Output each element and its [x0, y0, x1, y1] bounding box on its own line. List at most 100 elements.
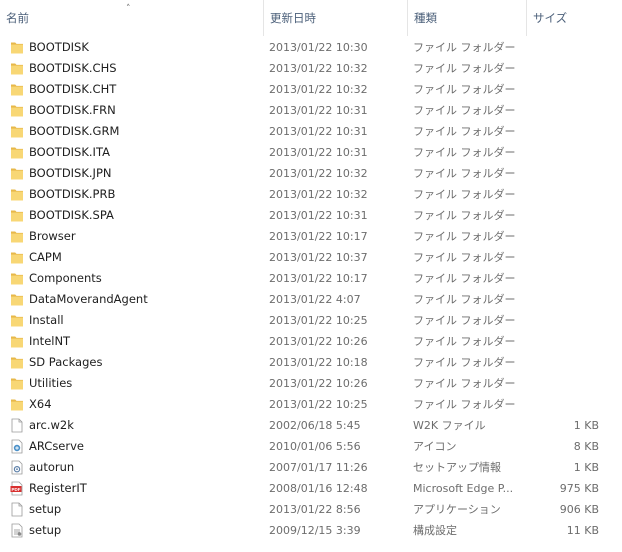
- file-name: IntelNT: [29, 334, 71, 348]
- file-size: [528, 394, 599, 415]
- folder-icon: [10, 208, 24, 223]
- file-modified: 2013/01/22 10:30: [269, 41, 368, 54]
- column-header-bar: 名前 ˄ 更新日時 種類 サイズ: [0, 0, 622, 36]
- file-name: autorun: [29, 460, 75, 474]
- file-type: ファイル フォルダー: [413, 104, 516, 117]
- folder-icon: [10, 166, 24, 181]
- file-row[interactable]: IntelNT 2013/01/22 10:26 ファイル フォルダー: [0, 331, 622, 352]
- folder-icon: [10, 124, 24, 139]
- file-name: BOOTDISK.CHS: [29, 61, 117, 75]
- file-modified: 2013/01/22 10:26: [269, 377, 368, 390]
- file-name: BOOTDISK.GRM: [29, 124, 120, 138]
- file-type: ファイル フォルダー: [413, 83, 516, 96]
- file-name: Components: [29, 271, 102, 285]
- file-modified: 2013/01/22 10:26: [269, 335, 368, 348]
- column-header-name-label: 名前: [6, 11, 29, 25]
- file-type: ファイル フォルダー: [413, 41, 516, 54]
- file-name: BOOTDISK.FRN: [29, 103, 116, 117]
- file-size: 1 KB: [573, 461, 599, 474]
- pdf-icon: PDF: [10, 481, 24, 496]
- file-row[interactable]: BOOTDISK.CHS 2013/01/22 10:32 ファイル フォルダー: [0, 58, 622, 79]
- file-row[interactable]: BOOTDISK.PRB 2013/01/22 10:32 ファイル フォルダー: [0, 184, 622, 205]
- folder-icon: [10, 229, 24, 244]
- file-modified: 2013/01/22 10:17: [269, 272, 368, 285]
- file-modified: 2013/01/22 10:25: [269, 398, 368, 411]
- file-size: [528, 163, 599, 184]
- file-list: BOOTDISK 2013/01/22 10:30 ファイル フォルダー BOOTDI…: [0, 37, 622, 541]
- file-row[interactable]: Components 2013/01/22 10:17 ファイル フォルダー: [0, 268, 622, 289]
- file-modified: 2013/01/22 10:31: [269, 146, 368, 159]
- file-row[interactable]: BOOTDISK.ITA 2013/01/22 10:31 ファイル フォルダー: [0, 142, 622, 163]
- file-size: 1 KB: [573, 419, 599, 432]
- file-modified: 2013/01/22 10:31: [269, 104, 368, 117]
- file-row[interactable]: Browser 2013/01/22 10:17 ファイル フォルダー: [0, 226, 622, 247]
- file-type: ファイル フォルダー: [413, 209, 516, 222]
- column-header-size[interactable]: サイズ: [526, 0, 606, 36]
- file-type: ファイル フォルダー: [413, 356, 516, 369]
- file-name: X64: [29, 397, 52, 411]
- file-type: ファイル フォルダー: [413, 251, 516, 264]
- file-name: Browser: [29, 229, 76, 243]
- file-type: ファイル フォルダー: [413, 377, 516, 390]
- file-modified: 2013/01/22 8:56: [269, 503, 361, 516]
- file-row[interactable]: BOOTDISK.GRM 2013/01/22 10:31 ファイル フォルダー: [0, 121, 622, 142]
- file-row[interactable]: setup 2009/12/15 3:39 構成設定 11 KB: [0, 520, 622, 541]
- file-row[interactable]: autorun 2007/01/17 11:26 セットアップ情報 1 KB: [0, 457, 622, 478]
- file-name: arc.w2k: [29, 418, 74, 432]
- file-row[interactable]: BOOTDISK.SPA 2013/01/22 10:31 ファイル フォルダー: [0, 205, 622, 226]
- file-size: [528, 247, 599, 268]
- file-type: 構成設定: [413, 524, 457, 537]
- column-header-name[interactable]: 名前: [0, 0, 263, 36]
- folder-icon: [10, 40, 24, 55]
- file-row[interactable]: ARCserve 2010/01/06 5:56 アイコン 8 KB: [0, 436, 622, 457]
- folder-icon: [10, 313, 24, 328]
- file-name: Install: [29, 313, 64, 327]
- file-modified: 2013/01/22 10:31: [269, 125, 368, 138]
- file-size: [528, 310, 599, 331]
- file-name: BOOTDISK.ITA: [29, 145, 110, 159]
- file-type: ファイル フォルダー: [413, 230, 516, 243]
- file-name: BOOTDISK.SPA: [29, 208, 114, 222]
- folder-icon: [10, 103, 24, 118]
- file-row[interactable]: SD Packages 2013/01/22 10:18 ファイル フォルダー: [0, 352, 622, 373]
- file-row[interactable]: arc.w2k 2002/06/18 5:45 W2K ファイル 1 KB: [0, 415, 622, 436]
- file-row[interactable]: Install 2013/01/22 10:25 ファイル フォルダー: [0, 310, 622, 331]
- file-size: [528, 121, 599, 142]
- file-size: 906 KB: [559, 503, 599, 516]
- file-size: [528, 268, 599, 289]
- column-header-type[interactable]: 種類: [407, 0, 526, 36]
- file-row[interactable]: PDF RegisterIT 2008/01/16 12:48 Microsoft E…: [0, 478, 622, 499]
- folder-icon: [10, 292, 24, 307]
- file-row[interactable]: BOOTDISK.FRN 2013/01/22 10:31 ファイル フォルダー: [0, 100, 622, 121]
- file-type: アイコン: [413, 440, 457, 453]
- file-modified: 2010/01/06 5:56: [269, 440, 361, 453]
- file-row[interactable]: BOOTDISK 2013/01/22 10:30 ファイル フォルダー: [0, 37, 622, 58]
- file-row[interactable]: Utilities 2013/01/22 10:26 ファイル フォルダー: [0, 373, 622, 394]
- file-type: アプリケーション: [413, 503, 501, 516]
- file-type: W2K ファイル: [413, 419, 486, 432]
- file-modified: 2013/01/22 10:18: [269, 356, 368, 369]
- file-type: ファイル フォルダー: [413, 293, 516, 306]
- file-row[interactable]: BOOTDISK.JPN 2013/01/22 10:32 ファイル フォルダー: [0, 163, 622, 184]
- file-modified: 2013/01/22 4:07: [269, 293, 361, 306]
- file-size: 8 KB: [573, 440, 599, 453]
- file-size: [528, 79, 599, 100]
- file-modified: 2013/01/22 10:31: [269, 209, 368, 222]
- file-modified: 2013/01/22 10:37: [269, 251, 368, 264]
- column-header-modified[interactable]: 更新日時: [263, 0, 407, 36]
- file-name: setup: [29, 523, 62, 537]
- file-modified: 2013/01/22 10:32: [269, 167, 368, 180]
- file-row[interactable]: CAPM 2013/01/22 10:37 ファイル フォルダー: [0, 247, 622, 268]
- column-header-size-label: サイズ: [533, 11, 568, 25]
- column-header-modified-label: 更新日時: [270, 11, 316, 25]
- file-row[interactable]: setup 2013/01/22 8:56 アプリケーション 906 KB: [0, 499, 622, 520]
- file-modified: 2002/06/18 5:45: [269, 419, 361, 432]
- file-type: ファイル フォルダー: [413, 62, 516, 75]
- config-icon: [10, 523, 24, 538]
- file-row[interactable]: DataMoverandAgent 2013/01/22 4:07 ファイル フォル…: [0, 289, 622, 310]
- file-name: BOOTDISK.CHT: [29, 82, 117, 96]
- file-type: ファイル フォルダー: [413, 314, 516, 327]
- folder-icon: [10, 376, 24, 391]
- file-row[interactable]: X64 2013/01/22 10:25 ファイル フォルダー: [0, 394, 622, 415]
- file-row[interactable]: BOOTDISK.CHT 2013/01/22 10:32 ファイル フォルダー: [0, 79, 622, 100]
